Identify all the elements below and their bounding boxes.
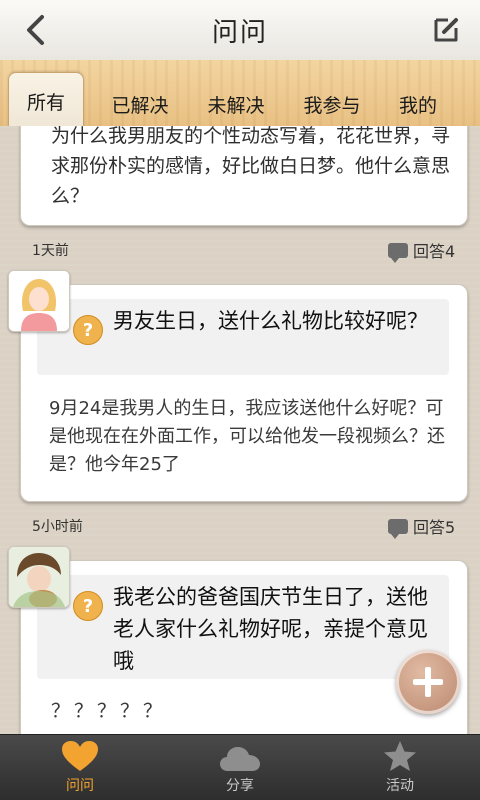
question-mark-icon: ? <box>73 591 103 621</box>
question-feed[interactable]: 为什么我男朋友的个性动态写着，花花世界，寻求那份朴实的感情，好比做白日梦。他什么… <box>0 126 480 734</box>
app-header: 问问 <box>0 0 480 61</box>
heart-icon <box>62 741 98 771</box>
post-time: 1天前 <box>32 243 69 259</box>
question-title: 我老公的爸爸国庆节生日了，送他老人家什么礼物好呢，亲提个意见哦 <box>113 585 428 673</box>
back-button[interactable] <box>18 12 52 48</box>
question-body: 为什么我男朋友的个性动态写着，花花世界，寻求那份朴实的感情，好比做白日梦。他什么… <box>51 126 451 207</box>
question-body: ？？？？？ <box>51 700 167 722</box>
nav-item-share[interactable]: 分享 <box>160 735 320 800</box>
nav-item-activity[interactable]: 活动 <box>320 735 480 800</box>
back-arrow-icon <box>27 15 44 45</box>
nav-item-wenwen[interactable]: 问问 <box>0 735 160 800</box>
question-card[interactable]: 为什么我男朋友的个性动态写着，花花世界，寻求那份朴实的感情，好比做白日梦。他什么… <box>20 126 468 226</box>
question-card[interactable]: ? 我老公的爸爸国庆节生日了，送他老人家什么礼物好呢，亲提个意见哦 ？？？？？ <box>20 560 468 734</box>
page-title: 问问 <box>211 17 268 48</box>
tab-all[interactable]: 所有 <box>8 72 84 129</box>
plus-icon <box>413 667 443 697</box>
nav-label: 活动 <box>386 778 414 794</box>
comment-bubble-icon <box>388 518 408 539</box>
filter-tabs: 所有 已解决 未解决 我参与 我的 <box>0 60 480 129</box>
nav-label: 问问 <box>66 778 94 794</box>
question-title-box: ? 我老公的爸爸国庆节生日了，送他老人家什么礼物好呢，亲提个意见哦 <box>37 575 449 679</box>
nav-label: 分享 <box>226 778 254 794</box>
question-mark-icon: ? <box>73 315 103 345</box>
star-icon <box>384 741 416 771</box>
answer-count[interactable]: 回答4 <box>388 238 456 263</box>
question-body: 9月24是我男人的生日，我应该送他什么好呢？可是他现在在外面工作，可以给他发一段… <box>49 398 445 475</box>
question-title: 男友生日，送什么礼物比较好呢？ <box>113 309 428 333</box>
avatar[interactable] <box>8 546 70 608</box>
question-card[interactable]: ? 男友生日，送什么礼物比较好呢？ 9月24是我男人的生日，我应该送他什么好呢？… <box>20 284 468 502</box>
bottom-nav: 问问 分享 活动 <box>0 734 480 800</box>
user-avatar-photo-icon <box>9 547 69 607</box>
add-question-button[interactable] <box>396 650 460 714</box>
answer-count[interactable]: 回答5 <box>388 514 456 539</box>
post-time: 5小时前 <box>32 519 83 535</box>
answer-count-label: 回答5 <box>413 518 456 537</box>
avatar[interactable] <box>8 270 70 332</box>
compose-icon <box>434 18 458 42</box>
compose-button[interactable] <box>428 12 464 48</box>
question-title-box: ? 男友生日，送什么礼物比较好呢？ <box>37 299 449 375</box>
cloud-icon <box>220 747 260 771</box>
user-avatar-blonde-icon <box>9 271 69 331</box>
tab-solved[interactable]: 已解决 <box>100 82 180 126</box>
answer-count-label: 回答4 <box>413 242 456 261</box>
tab-mine[interactable]: 我的 <box>388 82 448 126</box>
comment-bubble-icon <box>388 242 408 263</box>
tab-unsolved[interactable]: 未解决 <box>196 82 276 126</box>
tab-participated[interactable]: 我参与 <box>292 82 372 126</box>
